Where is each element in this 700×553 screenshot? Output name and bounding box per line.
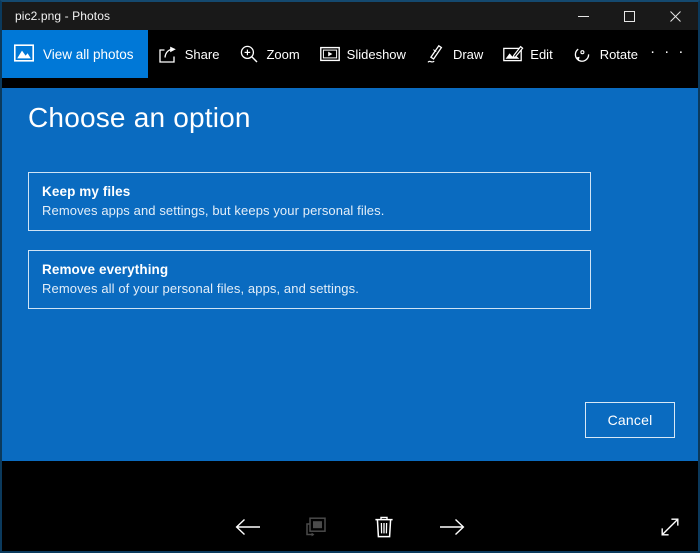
share-icon [158, 44, 178, 64]
option-remove-everything[interactable]: Remove everything Removes all of your pe… [28, 250, 591, 309]
maximize-button[interactable] [606, 2, 652, 30]
option-title: Remove everything [42, 262, 169, 277]
minimize-button[interactable] [560, 2, 606, 30]
fullscreen-button[interactable] [652, 512, 688, 548]
zoom-label: Zoom [266, 46, 300, 62]
image-viewer: Choose an option Keep my files Removes a… [2, 78, 698, 507]
minimize-icon [577, 11, 589, 22]
edit-label: Edit [530, 46, 553, 62]
option-description: Removes apps and settings, but keeps you… [42, 203, 385, 218]
photos-app-window: pic2.png - Photos View all photos Share … [0, 0, 700, 553]
option-description: Removes all of your personal files, apps… [42, 281, 359, 296]
window-controls [560, 2, 698, 30]
slideshow-button[interactable]: Slideshow [310, 30, 416, 78]
magnifier-plus-icon [239, 44, 259, 64]
cancel-button[interactable]: Cancel [585, 402, 675, 438]
photos-icon [14, 43, 34, 65]
more-options-button[interactable]: · · · [648, 30, 688, 78]
slideshow-label: Slideshow [346, 46, 406, 62]
close-button[interactable] [652, 2, 698, 30]
bottom-toolbar-items [228, 510, 472, 550]
arrow-left-icon [235, 518, 261, 541]
zoom-button[interactable]: Zoom [229, 30, 309, 78]
option-title: Keep my files [42, 184, 131, 199]
window-title: pic2.png - Photos [15, 9, 111, 23]
view-all-photos-label: View all photos [43, 46, 134, 62]
rotate-button[interactable]: Rotate [563, 30, 648, 78]
page-title: Choose an option [28, 102, 251, 133]
next-photo-button[interactable] [432, 510, 472, 550]
rotate-icon [573, 44, 593, 64]
edit-button[interactable]: Edit [493, 30, 562, 78]
view-all-photos-button[interactable]: View all photos [2, 30, 148, 78]
previous-photo-button[interactable] [228, 510, 268, 550]
pen-icon [426, 44, 446, 64]
slideshow-icon [319, 44, 340, 64]
delete-button[interactable] [364, 510, 404, 550]
draw-label: Draw [452, 46, 484, 62]
share-label: Share [184, 46, 220, 62]
reset-this-pc-screen: Choose an option Keep my files Removes a… [2, 88, 698, 461]
close-icon [669, 10, 681, 22]
add-to-album-icon [305, 517, 327, 542]
command-bar: View all photos Share Zoom Slideshow Dra… [2, 30, 698, 78]
option-keep-my-files[interactable]: Keep my files Removes apps and settings,… [28, 172, 591, 231]
command-items: Share Zoom Slideshow Draw Edit Rotate · … [148, 30, 698, 78]
bottom-toolbar [2, 507, 698, 551]
draw-button[interactable]: Draw [416, 30, 493, 78]
option-list: Keep my files Removes apps and settings,… [28, 172, 591, 328]
maximize-icon [623, 10, 635, 22]
arrow-right-icon [439, 518, 465, 541]
title-bar: pic2.png - Photos [2, 2, 698, 30]
add-to-album-button[interactable] [296, 510, 336, 550]
share-button[interactable]: Share [148, 30, 230, 78]
edit-image-icon [503, 44, 524, 64]
rotate-label: Rotate [599, 46, 638, 62]
trash-icon [374, 516, 394, 543]
expand-diagonal-icon [660, 517, 680, 542]
